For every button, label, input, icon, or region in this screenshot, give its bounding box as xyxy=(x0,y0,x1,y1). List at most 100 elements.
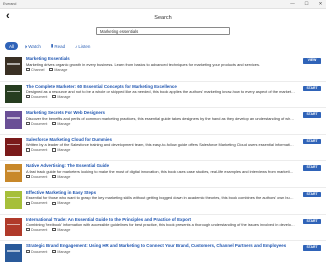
type-label: Document xyxy=(31,201,48,206)
list-item[interactable]: The Complete Marketer: 60 Essential Conc… xyxy=(0,80,326,108)
cover-thumbnail[interactable] xyxy=(5,164,22,183)
document-icon xyxy=(26,201,30,205)
list-icon xyxy=(52,95,57,99)
filter-label: Listen xyxy=(78,43,91,49)
type-label: Document xyxy=(31,95,48,100)
item-meta: Document Manage xyxy=(26,201,295,205)
list-icon xyxy=(52,201,57,205)
manage-label: Manage xyxy=(57,121,71,126)
window-titlebar: Everand — ☐ ✕ xyxy=(0,0,326,9)
filter-label: All xyxy=(9,43,15,49)
search-input[interactable] xyxy=(96,27,230,35)
type-tag: Document xyxy=(26,201,47,205)
document-icon xyxy=(26,175,30,179)
start-button[interactable]: START xyxy=(303,165,321,171)
list-item[interactable]: Effective Marketing in Easy Steps Essenti… xyxy=(0,186,326,214)
start-button[interactable]: START xyxy=(303,85,321,92)
item-info: Marketing Secrets For Web Designers Disco… xyxy=(26,110,321,134)
manage-label: Manage xyxy=(57,201,71,206)
window-controls: — ☐ ✕ xyxy=(290,1,323,7)
list-item[interactable]: Strategic Brand Engagement: Using HR and… xyxy=(0,240,326,267)
list-item[interactable]: Marketing Secrets For Web Designers Disco… xyxy=(0,107,326,134)
manage-tag[interactable]: Manage xyxy=(52,95,70,99)
start-button[interactable]: START xyxy=(303,245,321,251)
list-icon xyxy=(49,67,54,71)
item-description: A fast track guide for marketers looking… xyxy=(26,168,295,174)
document-icon xyxy=(26,228,30,232)
document-icon xyxy=(26,148,30,152)
cover-thumbnail[interactable] xyxy=(5,190,22,209)
type-tag: Document xyxy=(26,95,47,99)
type-label: Channel xyxy=(31,67,45,72)
type-tag: Document xyxy=(26,148,47,152)
item-description: Discover the benefits and perils of comm… xyxy=(26,115,295,121)
filter-label: Watch xyxy=(28,43,41,49)
type-label: Document xyxy=(31,148,48,153)
filter-label: Read xyxy=(54,43,66,49)
manage-label: Manage xyxy=(57,148,71,153)
document-icon xyxy=(26,121,30,126)
list-icon xyxy=(52,121,57,126)
manage-tag[interactable]: Manage xyxy=(52,175,70,179)
manage-tag[interactable]: Manage xyxy=(52,148,70,152)
cover-thumbnail[interactable] xyxy=(5,244,22,263)
filter-icon: ♪ xyxy=(75,43,78,49)
type-label: Document xyxy=(31,249,48,254)
filter-chips: All ⏵ Watch ▮ Read ♪ Listen xyxy=(5,42,326,50)
filter-chip-all[interactable]: All xyxy=(5,42,19,50)
item-meta: Document Manage xyxy=(26,95,295,99)
manage-tag[interactable]: Manage xyxy=(49,68,67,72)
filter-chip-read[interactable]: ▮ Read xyxy=(48,42,68,50)
type-tag: Document xyxy=(26,175,47,179)
list-item[interactable]: Native Advertising: The Essential Guide A… xyxy=(0,160,326,187)
item-description: Essential for those who want to grasp th… xyxy=(26,195,295,201)
manage-label: Manage xyxy=(57,174,71,179)
page-header: ‹ Search xyxy=(0,9,326,26)
list-item[interactable]: Marketing Essentials Marketing drives org… xyxy=(0,54,326,81)
filter-chip-listen[interactable]: ♪ Listen xyxy=(72,43,93,50)
item-meta: Document Manage xyxy=(26,122,295,126)
item-meta: Document Manage xyxy=(26,228,295,232)
type-tag: Document xyxy=(26,250,47,254)
cover-thumbnail[interactable] xyxy=(5,84,22,103)
manage-tag[interactable]: Manage xyxy=(52,228,70,232)
item-title[interactable]: Strategic Brand Engagement: Using HR and… xyxy=(26,243,295,249)
item-info: Effective Marketing in Easy Steps Essenti… xyxy=(26,190,321,214)
back-arrow-icon[interactable]: ‹ xyxy=(6,11,10,22)
maximize-icon[interactable]: ☐ xyxy=(304,1,309,7)
manage-tag[interactable]: Manage xyxy=(52,122,70,126)
item-info: The Complete Marketer: 60 Essential Conc… xyxy=(26,84,321,108)
list-icon xyxy=(52,228,57,232)
close-icon[interactable]: ✕ xyxy=(318,1,323,7)
filter-icon: ⏵ xyxy=(25,43,28,49)
start-button[interactable]: START xyxy=(303,112,321,118)
manage-tag[interactable]: Manage xyxy=(52,250,70,254)
filter-chip-watch[interactable]: ⏵ Watch xyxy=(22,43,44,50)
manage-tag[interactable]: Manage xyxy=(52,201,70,205)
results-list: Marketing Essentials Marketing drives org… xyxy=(0,54,326,267)
start-button[interactable]: START xyxy=(303,191,321,198)
minimize-icon[interactable]: — xyxy=(290,1,295,7)
item-meta: Document Manage xyxy=(26,175,295,179)
start-button[interactable]: START xyxy=(303,138,321,145)
cover-thumbnail[interactable] xyxy=(5,137,22,156)
manage-label: Manage xyxy=(57,228,71,233)
item-info: Strategic Brand Engagement: Using HR and… xyxy=(26,243,321,267)
list-item[interactable]: Salesforce Marketing Cloud for Dummies Wr… xyxy=(0,133,326,161)
item-info: Marketing Essentials Marketing drives org… xyxy=(26,56,321,81)
search-bar xyxy=(0,27,326,35)
start-button[interactable]: START xyxy=(303,218,321,225)
item-description: Marketing drives organic growth in every… xyxy=(26,61,260,67)
document-icon xyxy=(26,95,30,99)
cover-thumbnail[interactable] xyxy=(5,217,22,236)
cover-thumbnail[interactable] xyxy=(5,111,22,130)
cover-thumbnail[interactable] xyxy=(5,57,22,75)
type-label: Document xyxy=(31,174,48,179)
list-item[interactable]: International Trade: An Essential Guide … xyxy=(0,213,326,241)
manage-label: Manage xyxy=(54,67,68,72)
item-meta: Channel Manage xyxy=(26,68,295,72)
start-button[interactable]: VIEW xyxy=(303,58,321,64)
item-description: Combining 'textbook' information with ac… xyxy=(26,222,295,228)
item-description: Designed as a resource and not to be a w… xyxy=(26,89,295,95)
item-meta: Document Manage xyxy=(26,250,295,254)
